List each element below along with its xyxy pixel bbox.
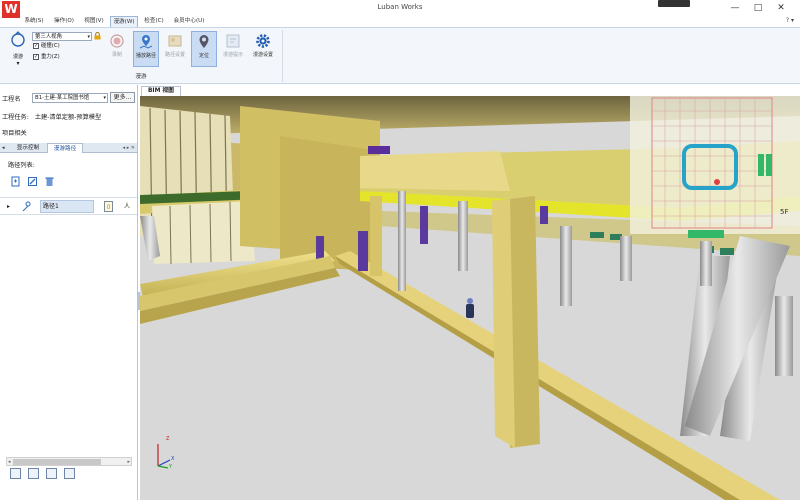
locate-label: 定位: [198, 53, 209, 59]
tour-settings-label: 漫游设置: [252, 52, 273, 58]
checkbox-box: ✓: [33, 53, 39, 60]
save-view-icon[interactable]: [28, 468, 39, 479]
first-frame-icon[interactable]: [10, 468, 21, 479]
checkbox-box: ✓: [33, 42, 39, 49]
axis-y-label: Y: [169, 464, 173, 470]
view-mode-select[interactable]: 第三人视角 ▾: [32, 32, 92, 41]
path-settings-icon: [168, 35, 182, 47]
edit-path-icon[interactable]: [27, 176, 38, 187]
tour-label: 漫游: [12, 54, 23, 60]
chevron-down-icon: ▾: [16, 60, 20, 67]
task-value: 土建-清单定额-预算模型: [34, 114, 102, 121]
tour-icon: [11, 31, 25, 47]
tray-widget: [658, 0, 690, 7]
menu-tab-system[interactable]: 系统(S): [20, 16, 48, 27]
project-related-label: 项目相关: [2, 130, 27, 137]
hint-icon: [226, 34, 240, 48]
minimize-button[interactable]: —: [728, 2, 742, 14]
gravity-label: 重力(Z): [41, 54, 60, 60]
collision-checkbox[interactable]: ✓ 碰撞(C): [33, 42, 83, 51]
cross-section-icon[interactable]: [46, 468, 57, 479]
menu-tab-walkthrough[interactable]: 漫游(W): [110, 16, 138, 27]
bim-viewport[interactable]: 5F Z X Y: [140, 96, 800, 500]
axis-z-label: Z: [166, 436, 170, 442]
ribbon-divider: [282, 30, 283, 82]
floor-label: 5F: [780, 208, 789, 216]
tour-settings-button[interactable]: 漫游设置: [250, 31, 276, 67]
path-settings-button[interactable]: 路径设置: [162, 31, 188, 67]
refresh-view-icon[interactable]: [64, 468, 75, 479]
record-button[interactable]: 录制: [104, 31, 130, 67]
menu-tab-member[interactable]: 会员中心(U): [170, 16, 208, 27]
bottom-toolbar: [8, 468, 133, 482]
record-label: 录制: [111, 52, 122, 58]
title-bar: W Luban Works — □ ✕: [0, 0, 800, 18]
lock-icon[interactable]: [94, 32, 101, 40]
play-path-label: 播放路径: [135, 53, 156, 59]
route-icon: [22, 201, 31, 212]
menu-tab-operate[interactable]: 操作(O): [50, 16, 78, 27]
path-row[interactable]: ▸ 路径1 ▯ 人: [0, 197, 137, 215]
panel-subtabs: ◂ 显示控制 漫游路径 ◂ ▸ ✕: [0, 143, 137, 153]
gravity-checkbox[interactable]: ✓ 重力(Z): [33, 53, 83, 62]
chevron-left-icon[interactable]: ◂: [2, 143, 5, 153]
project-select[interactable]: B1-土建-某工院图书馆 ▾: [32, 93, 108, 103]
help-menu[interactable]: ? ▾: [786, 17, 794, 24]
path-settings-label: 路径设置: [164, 52, 185, 58]
close-button[interactable]: ✕: [774, 2, 788, 14]
task-label: 工程任务:: [2, 114, 29, 121]
delete-path-icon[interactable]: [44, 176, 55, 187]
more-button[interactable]: 更多...: [110, 92, 135, 103]
path-name[interactable]: 路径1: [40, 200, 94, 213]
ribbon: 漫游 ▾ 第三人视角 ▾ ✓ 碰撞(C) ✓ 重力(Z) 录制 播放路径 路径设置 …: [0, 27, 800, 84]
project-label: 工程名: [2, 96, 21, 103]
subtab-nav[interactable]: ◂ ▸ ✕: [123, 143, 135, 153]
gear-icon: [256, 34, 270, 48]
tab-bim-view[interactable]: BIM 视图: [141, 86, 181, 96]
chevron-down-icon: ▾: [103, 95, 106, 101]
maximize-button[interactable]: □: [751, 2, 765, 14]
left-panel: 工程名 B1-土建-某工院图书馆 ▾ 更多... 工程任务: 土建-清单定额-预…: [0, 85, 138, 500]
chevron-down-icon: ▾: [87, 34, 90, 40]
scroll-left-icon[interactable]: ◂: [8, 458, 11, 466]
ribbon-group-label: 漫游: [135, 74, 147, 80]
locate-button[interactable]: 定位: [191, 31, 217, 67]
tab-display-control[interactable]: 显示控制: [10, 143, 46, 153]
tour-hint-label: 漫游提示: [222, 52, 243, 58]
route-pin-icon: [139, 35, 153, 49]
scroll-right-icon[interactable]: ▸: [127, 458, 130, 466]
path-type: 人: [124, 203, 131, 210]
tab-walk-paths[interactable]: 漫游路径: [47, 143, 83, 153]
locate-pin-icon: [199, 35, 209, 48]
tour-dropdown-button[interactable]: 漫游 ▾: [6, 31, 30, 69]
collision-label: 碰撞(C): [41, 43, 60, 49]
expand-icon[interactable]: ▸: [7, 203, 10, 210]
path-edit-icon[interactable]: ▯: [104, 201, 113, 212]
path-list-label: 路径列表:: [8, 162, 35, 169]
tour-hint-button[interactable]: 漫游提示: [220, 31, 246, 67]
bim-scene[interactable]: [140, 96, 800, 500]
record-icon: [110, 34, 124, 48]
project-value: B1-土建-某工院图书馆: [35, 95, 90, 101]
horizontal-scrollbar[interactable]: ◂ ▸: [6, 457, 132, 466]
menu-bar: 系统(S) 操作(O) 视图(V) 漫游(W) 检查(C) 会员中心(U) ? …: [0, 16, 800, 27]
menu-tab-check[interactable]: 检查(C): [140, 16, 168, 27]
play-path-button[interactable]: 播放路径: [133, 31, 159, 67]
scroll-thumb[interactable]: [13, 459, 101, 465]
axis-x-label: X: [171, 456, 175, 462]
view-mode-value: 第三人视角: [35, 34, 62, 40]
menu-tab-view[interactable]: 视图(V): [80, 16, 108, 27]
new-path-icon[interactable]: [10, 176, 21, 187]
